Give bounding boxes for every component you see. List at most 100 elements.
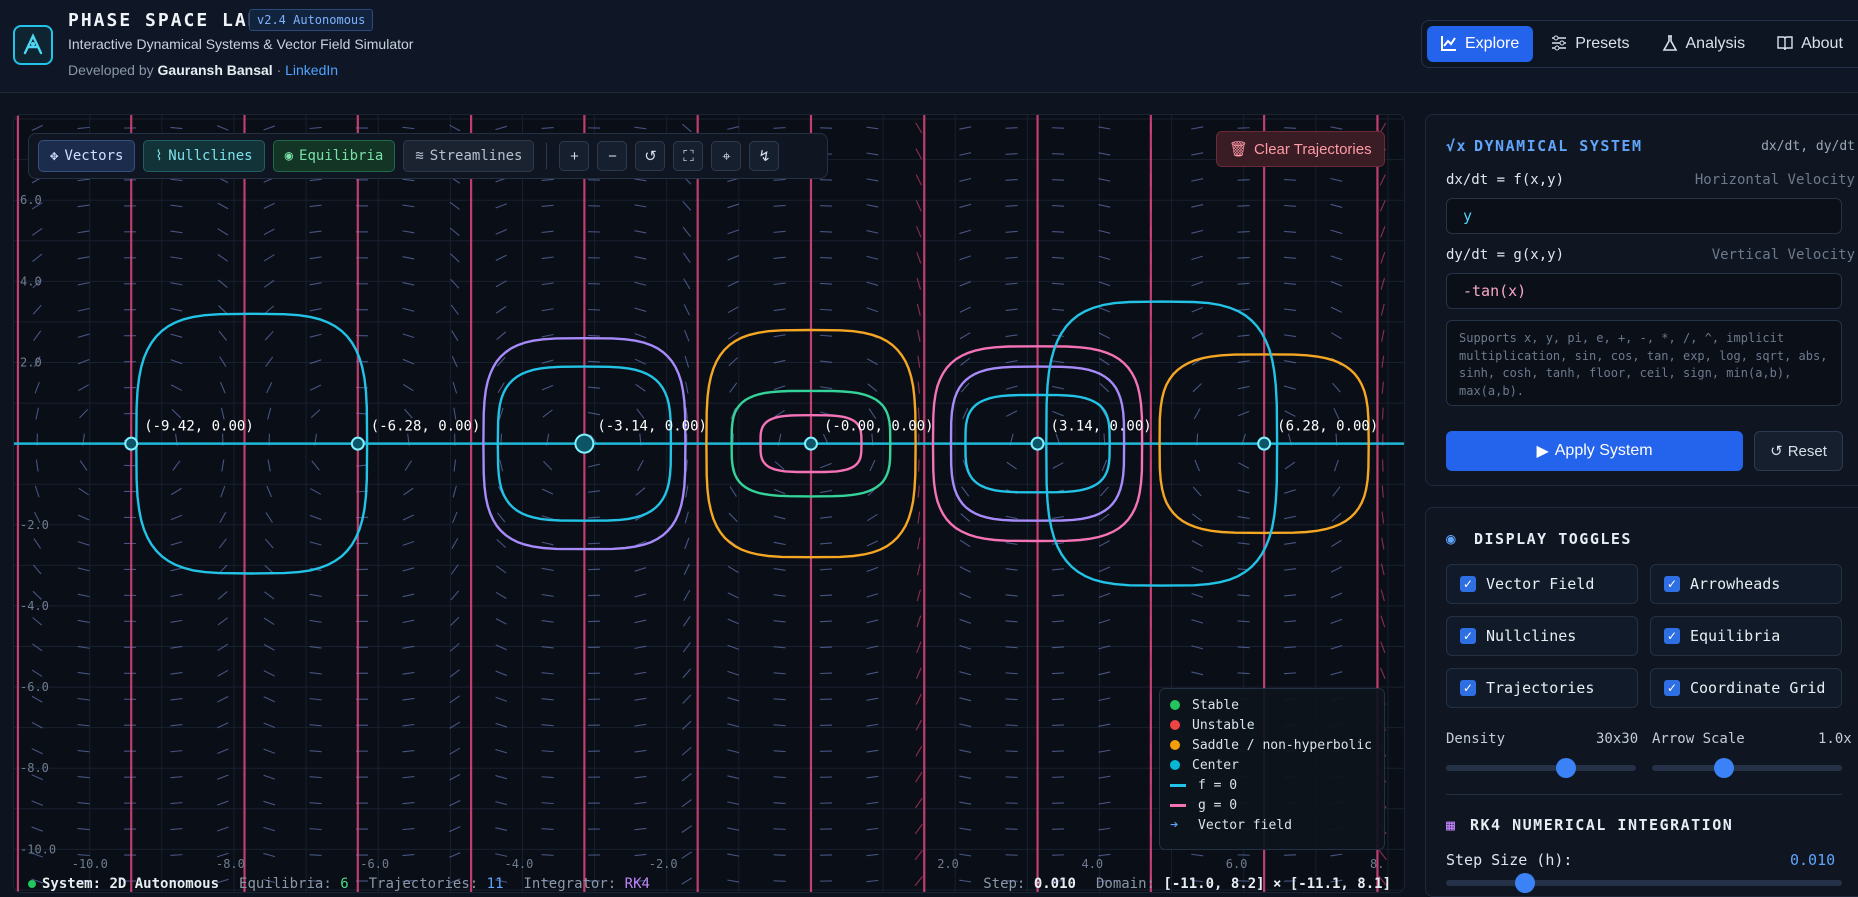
equilibria[interactable]: (-9.42, 0.00)(-6.28, 0.00)(-3.14, 0.00)(… (125, 419, 1378, 453)
vector-arrow (1381, 252, 1385, 263)
tab-about[interactable]: About (1763, 26, 1857, 62)
reset-icon: ↺ (1770, 442, 1783, 460)
vector-arrow (542, 283, 554, 285)
toggle-arrowheads[interactable]: ✓Arrowheads (1650, 564, 1842, 604)
crosshair-icon[interactable]: ⌖ (711, 141, 741, 171)
vector-arrow (310, 127, 322, 128)
reset-button[interactable]: ↺Reset (1754, 431, 1843, 471)
clear-trajectories-button[interactable]: 🗑 Clear Trajectories (1216, 131, 1385, 167)
vector-arrow (866, 802, 878, 804)
vector-arrow (727, 750, 739, 753)
vector-arrow (727, 828, 739, 830)
arrow-scale-slider-handle[interactable] (1714, 758, 1734, 778)
vector-arrow (264, 126, 275, 130)
vectors-toggle[interactable]: ✥Vectors (38, 140, 135, 172)
checkbox-icon[interactable]: ✓ (1460, 680, 1476, 696)
vector-arrow (402, 257, 414, 259)
vector-arrow (1284, 621, 1296, 622)
zoom-out-icon[interactable]: − (597, 141, 627, 171)
g-label: dy/dt = g(x,y) (1446, 247, 1564, 263)
toggle-nullclines[interactable]: ✓Nullclines (1446, 616, 1638, 656)
vector-arrow (1098, 750, 1110, 752)
fullscreen-icon[interactable]: ⛶ (673, 141, 703, 171)
x-tick-label: 2.0 (937, 857, 959, 871)
vector-arrow (915, 850, 922, 860)
vector-arrow (542, 128, 554, 129)
vector-arrow (170, 803, 182, 804)
toggle-equilibria[interactable]: ✓ Equilibria (1650, 616, 1842, 656)
f-input[interactable]: y (1446, 198, 1842, 234)
vector-arrow (542, 855, 554, 856)
streamlines-toggle[interactable]: ≋Streamlines (403, 140, 534, 172)
dynamical-system-panel: √x DYNAMICAL SYSTEM dx/dt, dy/dt dx/dt =… (1425, 114, 1858, 486)
vector-arrow (402, 127, 414, 128)
vector-arrow (220, 512, 226, 522)
checkbox-icon[interactable]: ✓ (1664, 628, 1680, 644)
vector-arrow (728, 671, 739, 675)
tab-analysis[interactable]: Analysis (1648, 26, 1760, 62)
step-size-slider[interactable] (1446, 880, 1842, 886)
step-size-slider-handle[interactable] (1515, 873, 1535, 893)
vector-arrow (1099, 256, 1111, 259)
undo-icon[interactable]: ↺ (635, 141, 665, 171)
tab-explore[interactable]: Explore (1427, 26, 1533, 62)
vector-arrow (1284, 569, 1296, 570)
vector-arrow (1284, 309, 1296, 310)
nullclines-toggle[interactable]: ⌇Nullclines (143, 140, 264, 172)
vector-arrow (1193, 383, 1202, 391)
arrow-scale-slider[interactable] (1652, 765, 1842, 771)
f-hint: Horizontal Velocity (1695, 172, 1855, 188)
vector-arrow (1284, 257, 1296, 258)
checkbox-icon[interactable]: ✓ (1664, 576, 1680, 592)
vector-arrow (1334, 408, 1339, 419)
vector-arrow (1331, 307, 1342, 312)
vector-arrow (403, 620, 415, 622)
vector-arrow (263, 801, 274, 805)
equilibrium-point (575, 435, 593, 453)
x-tick-label: 8. (1370, 857, 1384, 871)
vector-arrow (1006, 699, 1018, 700)
vector-arrow (588, 464, 600, 467)
vector-arrow (217, 749, 228, 754)
vector-arrow (1381, 616, 1385, 627)
equilibria-toggle[interactable]: ◉Equilibria (273, 140, 396, 172)
toggle-vector-field[interactable]: ✓Vector Field (1446, 564, 1638, 604)
toggle-trajectories[interactable]: ✓Trajectories (1446, 668, 1638, 708)
vector-arrow (866, 179, 878, 181)
legend-label: Stable (1192, 698, 1239, 713)
status-system-label: System: (42, 876, 101, 892)
trajectory-tool-icon[interactable]: ↯ (749, 141, 779, 171)
vector-arrow (1238, 595, 1250, 596)
zoom-in-icon[interactable]: + (559, 141, 589, 171)
g-input[interactable]: -tan(x) (1446, 273, 1842, 309)
vector-arrow (1192, 541, 1203, 547)
vector-arrow (451, 617, 460, 625)
calculator-icon: ▦ (1446, 816, 1457, 834)
tab-presets[interactable]: Presets (1537, 26, 1643, 62)
checkbox-icon[interactable]: ✓ (1460, 628, 1476, 644)
arrow-icon: ➔ (1170, 817, 1186, 833)
vector-arrow (867, 541, 878, 546)
toggle-label: Equilibria (1690, 627, 1780, 645)
toggle-coordinate-grid[interactable]: ✓Coordinate Grid (1650, 668, 1842, 708)
vector-arrow (32, 228, 42, 235)
vector-arrow (452, 331, 458, 341)
vector-arrow (634, 179, 646, 181)
vector-arrow (634, 776, 646, 777)
vector-arrow (917, 278, 920, 289)
vector-arrow (79, 409, 87, 418)
checkbox-icon[interactable]: ✓ (1664, 680, 1680, 696)
checkbox-icon[interactable]: ✓ (1460, 576, 1476, 592)
linkedin-link[interactable]: LinkedIn (285, 62, 338, 78)
vector-arrow (1052, 180, 1064, 181)
density-slider-handle[interactable] (1556, 758, 1576, 778)
density-slider[interactable] (1446, 765, 1636, 771)
vector-arrow (310, 283, 322, 285)
vector-arrow (774, 855, 786, 856)
legend-label: Unstable (1192, 718, 1255, 733)
vector-arrow (1195, 460, 1199, 471)
vector-arrow (403, 385, 413, 391)
apply-system-button[interactable]: ▶Apply System (1446, 431, 1743, 471)
vector-arrow (1192, 282, 1203, 286)
vector-arrow (1331, 127, 1343, 129)
